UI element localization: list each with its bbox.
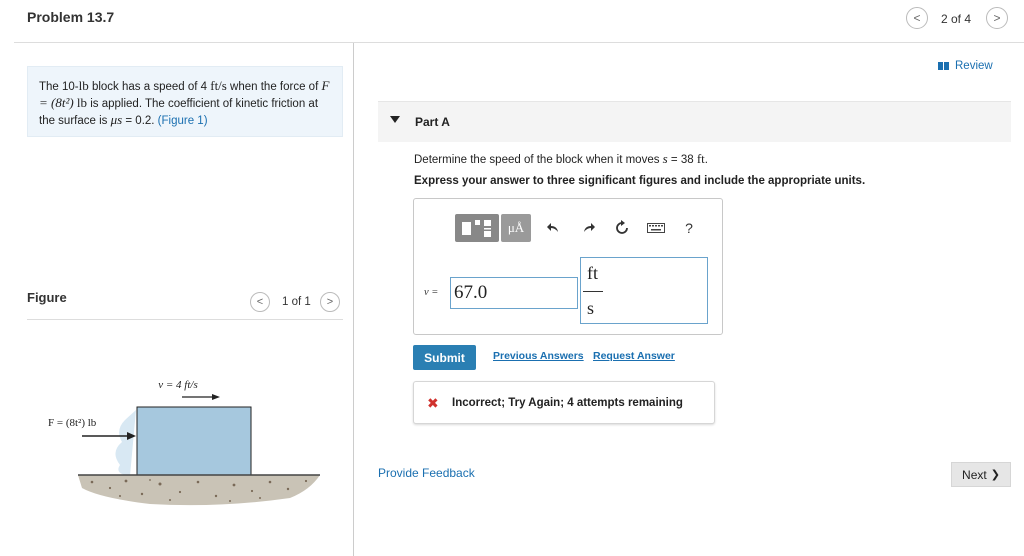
instruction-text: Express your answer to three significant…	[414, 175, 866, 187]
x-icon: ✖	[427, 395, 439, 411]
velocity-label: v = 4 ft/s	[158, 379, 198, 391]
help-button[interactable]: ?	[682, 218, 696, 238]
problem-text: The 10-	[39, 81, 79, 93]
chevron-left-icon: <	[913, 11, 921, 25]
unit-fraction-bar	[583, 291, 603, 292]
problem-text: = 0.2.	[122, 115, 158, 127]
book-icon	[938, 62, 949, 70]
problem-counter: 2 of 4	[941, 12, 972, 26]
block-figure: v = 4 ft/s F = (8t²) lb	[48, 379, 320, 506]
units-button[interactable]: μÅ	[501, 214, 531, 242]
block	[136, 406, 252, 476]
collapse-caret-icon[interactable]	[390, 116, 400, 123]
next-button[interactable]: Next ❯	[951, 462, 1011, 487]
chevron-right-icon: >	[326, 296, 334, 308]
figure-counter: 1 of 1	[282, 296, 311, 308]
question-unit: ft	[696, 151, 705, 166]
next-figure-button[interactable]: >	[320, 292, 340, 312]
variable-label: v =	[424, 287, 439, 298]
review-link[interactable]: Review	[938, 60, 993, 72]
ground	[78, 475, 320, 506]
chevron-right-icon: >	[993, 11, 1001, 25]
unit-denominator[interactable]: s	[587, 298, 594, 319]
fraction-template-icon	[462, 220, 491, 237]
next-problem-button[interactable]: >	[986, 7, 1008, 29]
redo-icon[interactable]	[580, 218, 598, 238]
review-label: Review	[955, 60, 993, 72]
keyboard-icon[interactable]	[646, 218, 666, 238]
part-a-header[interactable]	[378, 101, 1011, 142]
speed-unit: ft/s	[210, 78, 227, 93]
figure-heading: Figure	[27, 290, 67, 305]
velocity-arrowhead	[212, 394, 220, 400]
question-prefix: Determine the speed of the block when it…	[414, 154, 663, 166]
template-button[interactable]	[455, 214, 499, 242]
figure-link[interactable]: (Figure 1)	[158, 115, 208, 127]
problem-text: when the force of	[226, 81, 319, 93]
problem-statement: The 10-lb block has a speed of 4 ft/s wh…	[27, 66, 343, 137]
feedback-message: Incorrect; Try Again; 4 attempts remaini…	[452, 397, 683, 409]
column-divider	[353, 43, 354, 556]
force-unit: lb	[76, 95, 88, 110]
chevron-left-icon: <	[256, 296, 264, 308]
mu-symbol: μs	[110, 112, 123, 127]
previous-problem-button[interactable]: <	[906, 7, 928, 29]
question-text: Determine the speed of the block when it…	[414, 151, 708, 167]
mass-unit: lb	[78, 78, 89, 93]
previous-answers-link[interactable]: Previous Answers	[493, 350, 584, 362]
reset-icon[interactable]	[612, 218, 632, 238]
request-answer-link[interactable]: Request Answer	[593, 350, 675, 362]
provide-feedback-link[interactable]: Provide Feedback	[378, 466, 475, 480]
header-divider	[14, 42, 1024, 43]
force-label: F = (8t²) lb	[48, 417, 97, 429]
chevron-right-icon: ❯	[990, 469, 1000, 481]
undo-icon[interactable]	[544, 218, 562, 238]
unit-numerator[interactable]: ft	[587, 263, 598, 284]
figure-divider	[27, 319, 343, 320]
next-label: Next	[962, 467, 987, 482]
page-title: Problem 13.7	[27, 9, 115, 25]
motion-blur	[115, 410, 136, 476]
question-suffix: .	[704, 154, 708, 166]
part-a-title: Part A	[415, 115, 450, 129]
question-value: = 38	[667, 154, 697, 166]
submit-button[interactable]: Submit	[413, 345, 476, 370]
previous-figure-button[interactable]: <	[250, 292, 270, 312]
answer-value-input[interactable]: 67.0	[450, 277, 578, 309]
problem-text: block has a speed of 4	[88, 81, 211, 93]
